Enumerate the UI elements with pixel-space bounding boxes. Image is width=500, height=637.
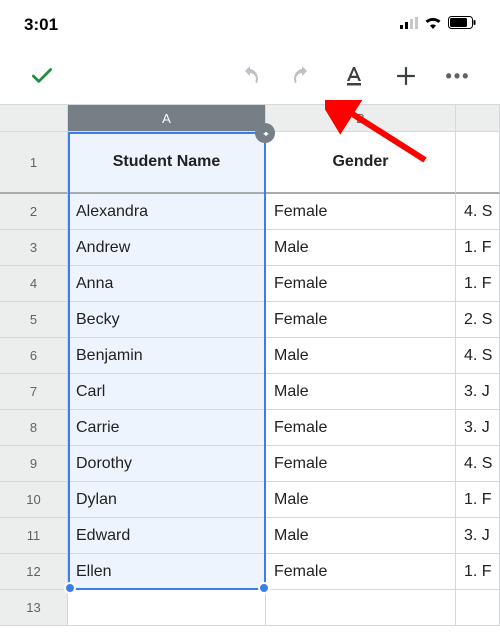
cell[interactable]: Gender xyxy=(266,132,456,194)
table-row: 12EllenFemale1. F xyxy=(0,554,500,590)
row-header[interactable]: 10 xyxy=(0,482,68,518)
table-row: 4AnnaFemale1. F xyxy=(0,266,500,302)
cell[interactable]: Edward xyxy=(68,518,266,554)
row-header[interactable]: 5 xyxy=(0,302,68,338)
table-row: 11EdwardMale3. J xyxy=(0,518,500,554)
cell[interactable]: Student Name xyxy=(68,132,266,194)
table-row: 1 Student Name Gender xyxy=(0,132,500,194)
cell[interactable]: 1. F xyxy=(456,230,500,266)
table-row: 5BeckyFemale2. S xyxy=(0,302,500,338)
row-header[interactable]: 7 xyxy=(0,374,68,410)
more-button[interactable]: ••• xyxy=(436,54,480,98)
cell[interactable]: Anna xyxy=(68,266,266,302)
column-headers: A B xyxy=(0,104,500,132)
row-header[interactable]: 2 xyxy=(0,194,68,230)
table-row: 13 xyxy=(0,590,500,626)
cell[interactable]: 4. S xyxy=(456,194,500,230)
column-resize-handle[interactable] xyxy=(255,123,275,143)
cell[interactable] xyxy=(68,590,266,626)
cell[interactable]: Male xyxy=(266,230,456,266)
row-header[interactable]: 1 xyxy=(0,132,68,194)
table-row: 10DylanMale1. F xyxy=(0,482,500,518)
cell[interactable]: Female xyxy=(266,302,456,338)
cell[interactable]: 1. F xyxy=(456,554,500,590)
table-row: 9DorothyFemale4. S xyxy=(0,446,500,482)
status-time: 3:01 xyxy=(24,15,58,35)
column-label: B xyxy=(356,111,365,126)
add-button[interactable] xyxy=(384,54,428,98)
redo-button[interactable] xyxy=(280,54,324,98)
confirm-button[interactable] xyxy=(20,54,64,98)
row-header[interactable]: 4 xyxy=(0,266,68,302)
cell[interactable]: Male xyxy=(266,482,456,518)
battery-icon xyxy=(448,16,476,34)
column-label: A xyxy=(162,111,171,126)
table-row: 7CarlMale3. J xyxy=(0,374,500,410)
row-header[interactable]: 9 xyxy=(0,446,68,482)
table-row: 6BenjaminMale4. S xyxy=(0,338,500,374)
cell[interactable]: 3. J xyxy=(456,374,500,410)
select-all-corner[interactable] xyxy=(0,104,68,132)
cell[interactable]: Ellen xyxy=(68,554,266,590)
status-bar: 3:01 xyxy=(0,0,500,48)
cell[interactable]: Female xyxy=(266,266,456,302)
row-header[interactable]: 13 xyxy=(0,590,68,626)
cell[interactable]: Carrie xyxy=(68,410,266,446)
undo-button[interactable] xyxy=(228,54,272,98)
column-header-a[interactable]: A xyxy=(68,104,266,132)
spreadsheet: A B 1 Student Name Gender 2AlexandraFema… xyxy=(0,104,500,626)
status-indicators xyxy=(400,16,476,34)
cell[interactable] xyxy=(456,590,500,626)
wifi-icon xyxy=(424,16,442,34)
cell[interactable]: Carl xyxy=(68,374,266,410)
cell[interactable]: Male xyxy=(266,374,456,410)
column-header-b[interactable]: B xyxy=(266,104,456,132)
cell[interactable]: 3. J xyxy=(456,410,500,446)
row-header[interactable]: 8 xyxy=(0,410,68,446)
cell[interactable]: Dorothy xyxy=(68,446,266,482)
cell[interactable]: 3. J xyxy=(456,518,500,554)
cell[interactable]: Female xyxy=(266,554,456,590)
cell[interactable]: 4. S xyxy=(456,338,500,374)
cell[interactable]: Female xyxy=(266,446,456,482)
row-header[interactable]: 6 xyxy=(0,338,68,374)
cell[interactable]: Becky xyxy=(68,302,266,338)
row-header[interactable]: 3 xyxy=(0,230,68,266)
cell[interactable]: 1. F xyxy=(456,482,500,518)
table-row: 2AlexandraFemale4. S xyxy=(0,194,500,230)
cell[interactable]: 2. S xyxy=(456,302,500,338)
cell[interactable]: Benjamin xyxy=(68,338,266,374)
cell[interactable]: Male xyxy=(266,338,456,374)
toolbar: ••• xyxy=(0,48,500,104)
cell[interactable]: 1. F xyxy=(456,266,500,302)
table-row: 3AndrewMale1. F xyxy=(0,230,500,266)
cell[interactable]: Andrew xyxy=(68,230,266,266)
cell[interactable]: Female xyxy=(266,410,456,446)
text-format-button[interactable] xyxy=(332,54,376,98)
cell[interactable]: Alexandra xyxy=(68,194,266,230)
cell[interactable]: Female xyxy=(266,194,456,230)
cellular-icon xyxy=(400,16,418,34)
cell[interactable] xyxy=(456,132,500,194)
cell[interactable] xyxy=(266,590,456,626)
table-row: 8CarrieFemale3. J xyxy=(0,410,500,446)
cell[interactable]: Male xyxy=(266,518,456,554)
row-header[interactable]: 11 xyxy=(0,518,68,554)
column-header-c[interactable] xyxy=(456,104,500,132)
cell[interactable]: 4. S xyxy=(456,446,500,482)
cell[interactable]: Dylan xyxy=(68,482,266,518)
row-header[interactable]: 12 xyxy=(0,554,68,590)
